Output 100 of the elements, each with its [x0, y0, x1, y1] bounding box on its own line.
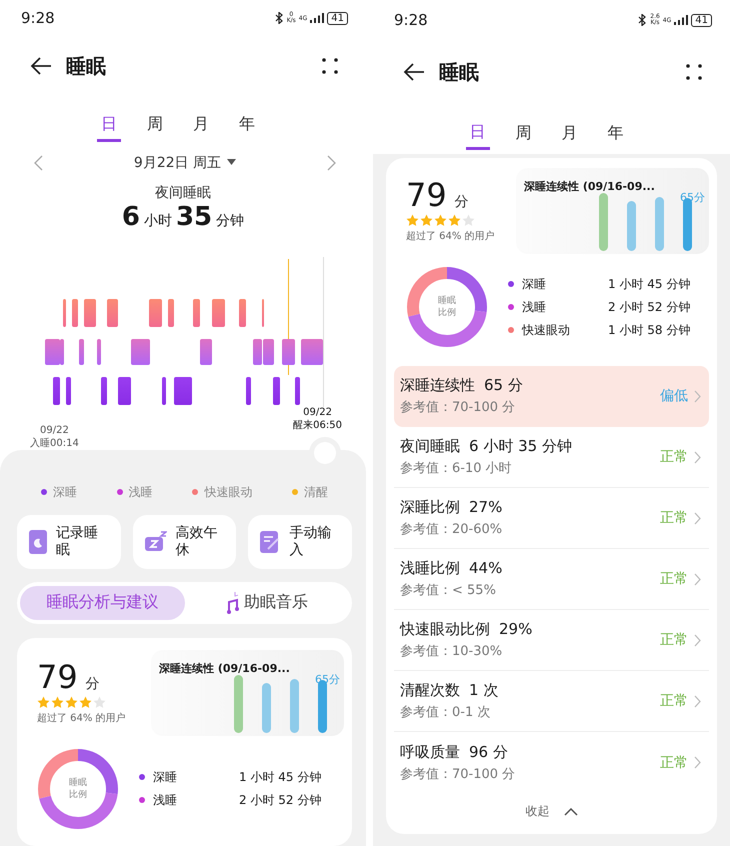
- period-tab[interactable]: 周: [512, 104, 536, 150]
- reference-range: 参考值：70-100 分: [400, 766, 516, 782]
- stage-label: 浅睡: [522, 298, 547, 316]
- metric-value: 44%: [469, 559, 502, 578]
- chevron-right-icon: [694, 450, 701, 464]
- battery-indicator: 41: [691, 14, 712, 26]
- donut-label: 睡眠: [69, 776, 87, 789]
- donut-label: 比例: [69, 788, 87, 801]
- reference-range: 参考值：70-100 分: [400, 399, 516, 416]
- stage-duration: 1 小时 45 分钟: [608, 276, 690, 292]
- chevron-right-icon: [694, 756, 701, 769]
- status-label: 正常: [660, 692, 688, 710]
- chevron-right-icon: [694, 390, 701, 402]
- legend-label: 快速眼动: [204, 484, 252, 501]
- segment-tab[interactable]: 助眠音乐: [185, 586, 349, 620]
- status-label: 正常: [660, 509, 688, 527]
- metric-name: 深睡连续性: [400, 376, 475, 395]
- stage-duration: 2 小时 52 分钟: [608, 298, 690, 316]
- star-icon: [51, 696, 64, 709]
- period-tab[interactable]: 日: [466, 104, 490, 150]
- more-options-icon[interactable]: [686, 64, 702, 80]
- duration-unit: 分钟: [216, 212, 244, 230]
- metric-row[interactable]: 浅睡比例 44% 参考值：< 55% 正常: [394, 549, 709, 610]
- signal-icon: [310, 13, 324, 24]
- score-unit: 分: [454, 193, 469, 211]
- segment-tab[interactable]: 睡眠分析与建议: [20, 586, 185, 620]
- action-button[interactable]: 手动输入: [248, 514, 352, 569]
- dropdown-caret-icon: [227, 159, 236, 166]
- period-tab[interactable]: 年: [235, 96, 259, 142]
- period-tab[interactable]: 月: [189, 96, 213, 142]
- period-tab[interactable]: 年: [604, 104, 628, 150]
- stage-duration: 2 小时 52 分钟: [239, 792, 322, 809]
- metric-name: 浅睡比例: [400, 559, 460, 578]
- chevron-right-icon: [694, 512, 701, 524]
- metric-value: 29%: [499, 620, 532, 639]
- metric-row[interactable]: 呼吸质量 96 分 参考值：70-100 分 正常: [394, 732, 709, 793]
- phone-moon-icon: [29, 530, 47, 554]
- page-title: 睡眠: [66, 52, 107, 80]
- star-icon: [434, 214, 447, 227]
- metric-name: 深睡比例: [400, 498, 460, 517]
- action-button[interactable]: 高效午休: [132, 514, 236, 569]
- metric-row[interactable]: 深睡比例 27% 参考值：20-60% 正常: [394, 488, 709, 549]
- donut-label: 比例: [438, 307, 456, 319]
- bluetooth-icon: [274, 12, 284, 24]
- stage-duration: 1 小时 45 分钟: [239, 768, 322, 786]
- metric-row[interactable]: 夜间睡眠 6 小时 35 分钟 参考值：6-10 小时 正常: [394, 427, 709, 488]
- reference-range: 参考值：6-10 小时: [400, 460, 513, 477]
- metric-value: 1 次: [469, 681, 498, 700]
- stage-label: 浅睡: [153, 792, 178, 809]
- stage-duration: 1 小时 58 分钟: [608, 322, 690, 338]
- reference-range: 参考值：10-30%: [400, 643, 504, 660]
- star-icon: [65, 696, 78, 709]
- reference-range: 参考值：0-1 次: [400, 704, 492, 721]
- status-label: 偏低: [660, 387, 688, 405]
- legend-label: 浅睡: [128, 484, 153, 501]
- signal-icon: [674, 15, 688, 25]
- donut-label: 睡眠: [438, 295, 456, 307]
- duration-minutes: 35: [176, 202, 212, 232]
- sleep-score: 79: [406, 178, 447, 212]
- metric-value: 96 分: [469, 742, 508, 762]
- back-arrow-icon[interactable]: [30, 57, 52, 76]
- status-label: 正常: [660, 570, 688, 588]
- star-icon: [420, 214, 433, 227]
- sleep-score: 79: [37, 660, 78, 694]
- metric-name: 清醒次数: [400, 681, 460, 700]
- back-arrow-icon[interactable]: [403, 63, 425, 81]
- page-title: 睡眠: [439, 58, 480, 86]
- action-button[interactable]: 记录睡眠: [17, 514, 121, 569]
- continuity-title: 深睡连续性 (09/16-09...: [524, 180, 655, 193]
- wake-date: 09/22: [303, 406, 332, 419]
- status-label: 正常: [660, 754, 688, 772]
- metric-value: 65 分: [484, 376, 523, 395]
- continuity-title: 深睡连续性 (09/16-09...: [159, 662, 290, 675]
- metric-row[interactable]: 深睡连续性 65 分 参考值：70-100 分 偏低: [394, 366, 709, 427]
- metric-row[interactable]: 清醒次数 1 次 参考值：0-1 次 正常: [394, 671, 709, 732]
- star-icon: [79, 696, 92, 709]
- wake-time: 醒来06:50: [293, 418, 342, 432]
- metric-row[interactable]: 快速眼动比例 29% 参考值：10-30% 正常: [394, 610, 709, 671]
- reference-range: 参考值：< 55%: [400, 582, 497, 599]
- stage-label: 深睡: [153, 768, 178, 786]
- chevron-up-icon: [564, 808, 578, 816]
- period-tab[interactable]: 月: [558, 104, 582, 150]
- legend-label: 深睡: [52, 484, 77, 501]
- metric-name: 呼吸质量: [400, 742, 460, 762]
- period-tab[interactable]: 日: [97, 96, 121, 142]
- star-icon: [93, 696, 106, 709]
- percentile-text: 超过了 64% 的用户: [37, 712, 126, 725]
- collapse-button[interactable]: 收起: [522, 799, 582, 824]
- summary-label: 夜间睡眠: [155, 184, 211, 202]
- pillow-z-icon: [144, 530, 167, 553]
- more-options-icon[interactable]: [322, 58, 338, 74]
- battery-indicator: 41: [327, 12, 348, 25]
- date-picker[interactable]: 9月22日 周五: [130, 152, 240, 174]
- period-tab[interactable]: 周: [143, 96, 167, 142]
- star-icon: [37, 696, 50, 709]
- music-note-icon: [226, 592, 240, 614]
- star-icon: [462, 214, 475, 227]
- chevron-right-icon: [694, 694, 701, 708]
- reference-range: 参考值：20-60%: [400, 521, 504, 538]
- star-icon: [406, 214, 419, 227]
